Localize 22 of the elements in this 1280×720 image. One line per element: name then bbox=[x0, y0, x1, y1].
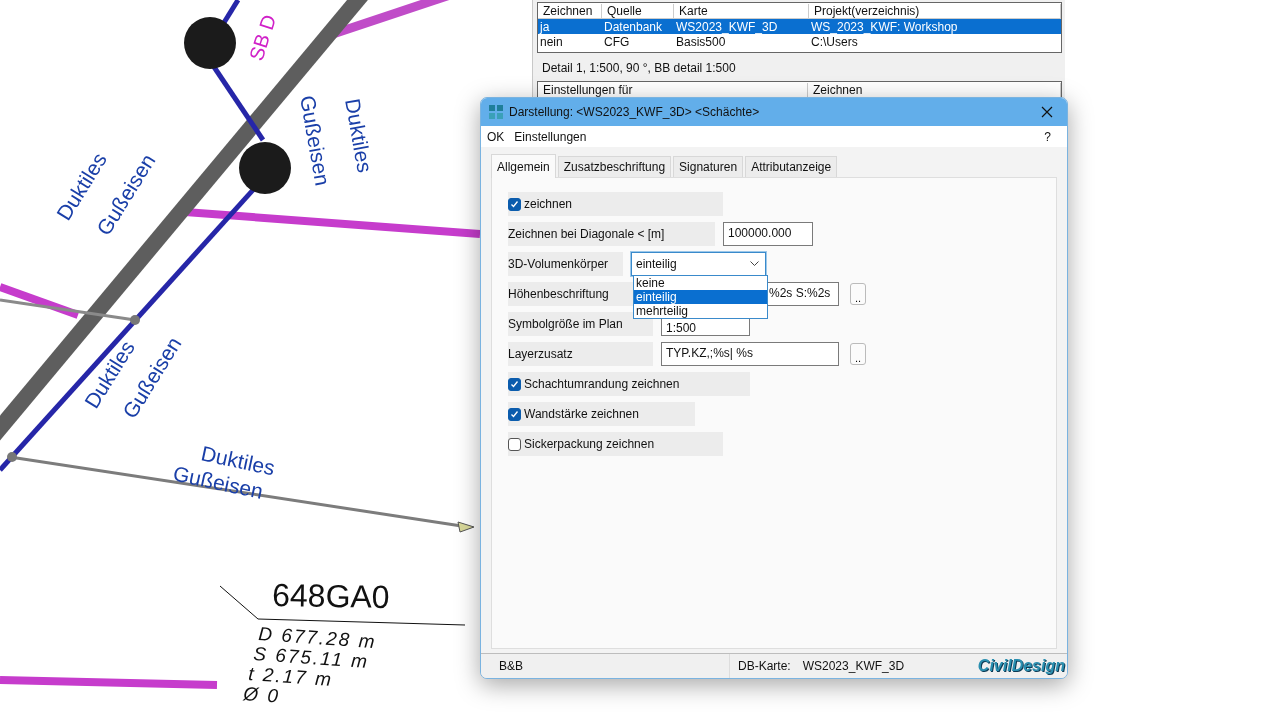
table-cell-text: WS_2023_KWF: Workshop bbox=[810, 19, 959, 34]
table-cell-text: ja bbox=[538, 19, 551, 34]
field-label: 3D-Volumenkörper bbox=[508, 252, 623, 276]
table-cell-text: nein bbox=[539, 34, 564, 49]
table-cell-text: WS2023_KWF_3D bbox=[675, 19, 779, 34]
status-user: B&B bbox=[499, 659, 524, 673]
shaft-value: Ø 0 bbox=[242, 683, 281, 707]
pipe-label: Duktiles bbox=[341, 96, 377, 175]
logo: CivilDesign bbox=[977, 657, 1066, 675]
network-label: SB D bbox=[244, 12, 281, 64]
table-cell-text: Basis500 bbox=[675, 34, 727, 49]
field-label: Layerzusatz bbox=[508, 342, 653, 366]
field-label: Zeichnen bei Diagonale < [m] bbox=[508, 222, 715, 246]
pipe-label: Gußeisen bbox=[296, 93, 335, 188]
detail-text: Detail 1, 1:500, 90 °, BB detail 1:500 bbox=[541, 60, 737, 77]
table-cell-text: CFG bbox=[603, 34, 631, 49]
shaft-name: 648GA0 bbox=[271, 577, 390, 616]
status-label: DB-Karte: bbox=[738, 659, 791, 673]
window-title: Darstellung: <WS2023_KWF_3D> <Schächte> bbox=[509, 105, 761, 119]
status-map: WS2023_KWF_3D bbox=[802, 659, 905, 673]
table-cell-text: C:\Users bbox=[810, 34, 859, 49]
table-cell-text: Datenbank bbox=[603, 19, 664, 34]
